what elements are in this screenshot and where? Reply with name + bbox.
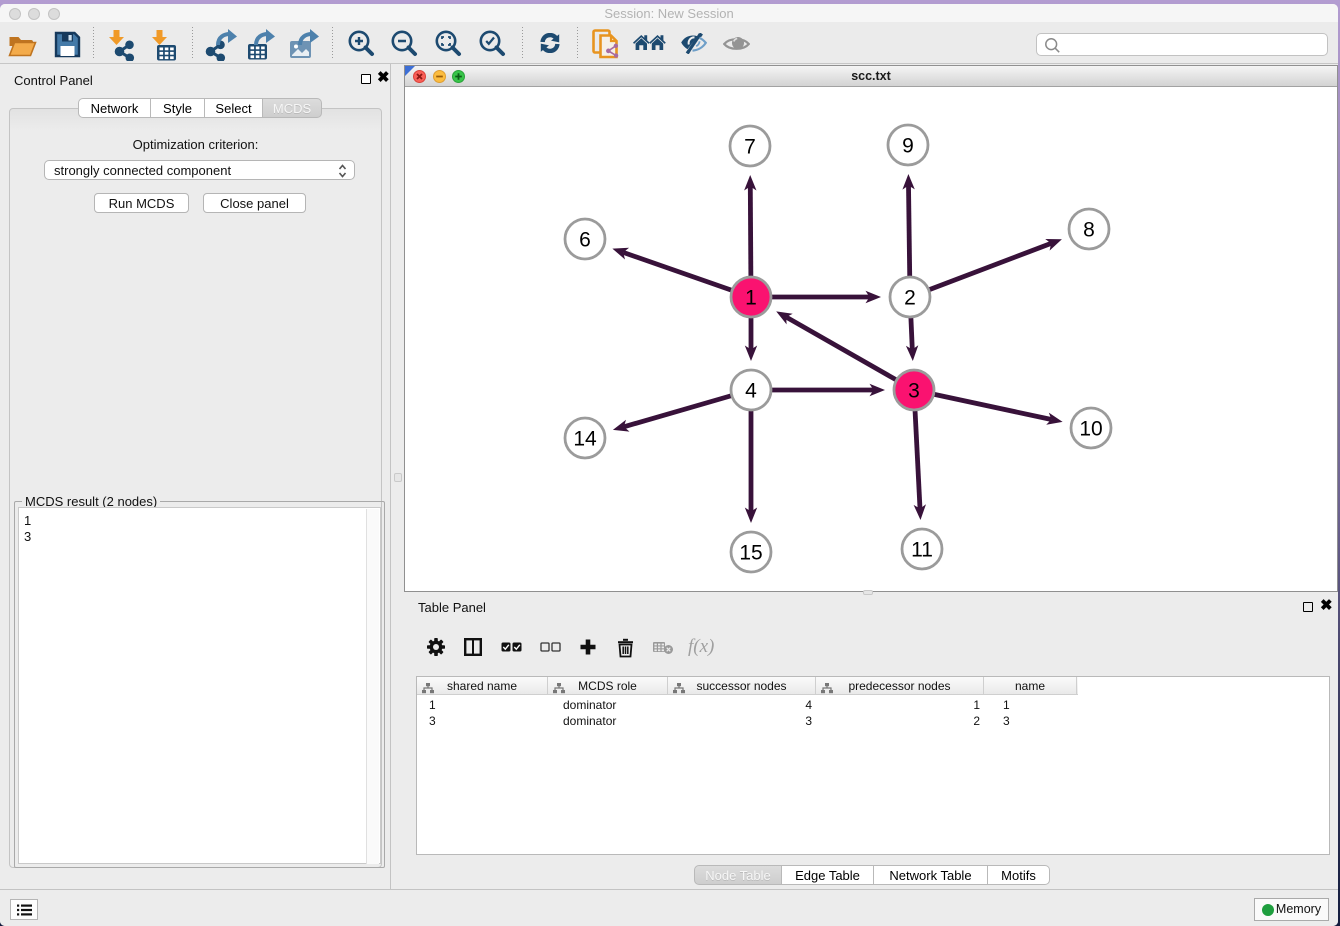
svg-text:10: 10 [1079,418,1102,441]
svg-text:3: 3 [908,380,920,403]
svg-text:9: 9 [902,135,914,158]
svg-text:11: 11 [911,539,933,562]
svg-text:2: 2 [904,287,916,310]
svg-text:7: 7 [744,136,756,159]
svg-text:8: 8 [1083,219,1095,242]
svg-text:6: 6 [579,229,591,252]
svg-text:15: 15 [739,542,762,565]
svg-text:1: 1 [745,287,757,310]
svg-text:14: 14 [573,428,597,451]
svg-text:4: 4 [745,380,757,403]
